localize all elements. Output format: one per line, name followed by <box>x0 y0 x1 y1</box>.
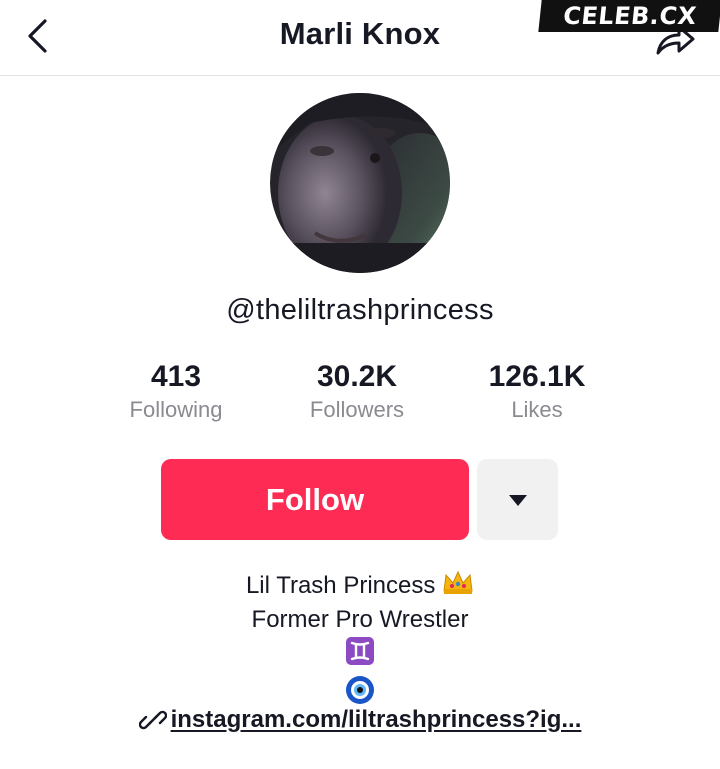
bio-title: Lil Trash Princess <box>245 571 436 599</box>
stat-following[interactable]: 413 Following <box>86 360 266 425</box>
followers-count: 30.2K <box>316 360 398 393</box>
more-options-button[interactable] <box>477 459 558 540</box>
bio-line-2: Former Pro Wrestler <box>251 606 469 633</box>
follow-button[interactable]: Follow <box>161 459 469 540</box>
caret-down-icon <box>508 494 527 506</box>
following-count: 413 <box>150 360 202 393</box>
stat-followers[interactable]: 30.2K Followers <box>267 360 447 425</box>
followers-label: Followers <box>309 397 405 422</box>
avatar-photo <box>270 93 450 273</box>
bio-link-text[interactable]: instagram.com/liltrashprincess?ig... <box>171 706 582 734</box>
stat-likes[interactable]: 126.1K Likes <box>447 360 627 425</box>
bio-line-1: Lil Trash Princess <box>0 569 720 604</box>
likes-label: Likes <box>511 397 563 422</box>
likes-count: 126.1K <box>488 360 586 393</box>
gemini-emoji-icon <box>345 636 375 675</box>
bio-line-3 <box>0 636 720 675</box>
avatar[interactable] <box>270 93 450 273</box>
bio: Lil Trash Princess Former Pro Wrestler <box>0 569 720 714</box>
watermark-logo: CELEB.CX <box>538 0 720 32</box>
following-label: Following <box>129 397 223 422</box>
crown-emoji-icon <box>442 569 474 604</box>
username: @theliltrashprincess <box>226 294 494 326</box>
bio-link[interactable]: instagram.com/liltrashprincess?ig... <box>0 706 720 734</box>
link-icon <box>138 710 167 730</box>
